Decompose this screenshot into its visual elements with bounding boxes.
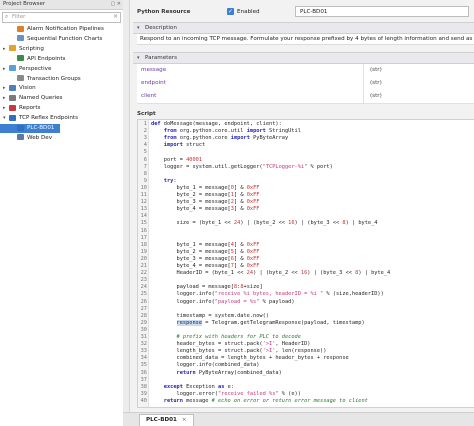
script-label: Script bbox=[137, 111, 156, 117]
tree-item-label: API Endpoints bbox=[27, 55, 66, 62]
tree-item-vision[interactable]: ▸ Vision bbox=[0, 84, 122, 93]
resource-name-field[interactable]: PLC-BD01 bbox=[295, 6, 469, 17]
parameter-type: (str) bbox=[370, 93, 382, 99]
tree-item-label: Reports bbox=[19, 105, 41, 112]
project-browser: Project Browser ▢ ✕ ⌕ Filter × Alarm Not… bbox=[0, 0, 124, 425]
tree-item-label: Scripting bbox=[19, 45, 44, 52]
tree-item-named-query[interactable]: ▸ Named Queries bbox=[0, 94, 122, 103]
tree-item-api-endpoint[interactable]: API Endpoints bbox=[0, 55, 122, 64]
description-section-header[interactable]: ▾ Description bbox=[133, 22, 474, 34]
tree-item-label: PLC-BD01 bbox=[27, 125, 55, 131]
sfc-icon bbox=[17, 35, 24, 42]
parameter-name: endpoint bbox=[141, 80, 166, 86]
search-icon: ⌕ bbox=[5, 14, 9, 20]
enabled-checkbox[interactable]: ✓ bbox=[227, 8, 234, 15]
perspective-icon bbox=[9, 65, 16, 72]
tree-item-alarm-pipeline[interactable]: Alarm Notification Pipelines bbox=[0, 25, 122, 34]
code-line: 40 return message # echo on error or ret… bbox=[138, 398, 368, 405]
tree-item-label: TCP Reflex Endpoints bbox=[19, 115, 78, 122]
tree-item-perspective[interactable]: ▸ Perspective bbox=[0, 65, 122, 74]
transaction-icon bbox=[17, 75, 24, 81]
parameters-section-header[interactable]: ▾ Parameters bbox=[133, 52, 474, 64]
tree-item-sfc[interactable]: Sequential Function Charts bbox=[0, 35, 122, 44]
parameter-row[interactable]: message (str) bbox=[137, 64, 474, 78]
script-editor[interactable]: 1 def doMessage(message, endpoint, client… bbox=[137, 119, 474, 408]
project-browser-title: Project Browser ▢ ✕ bbox=[0, 0, 123, 10]
project-browser-title-text: Project Browser bbox=[3, 1, 46, 7]
column-divider bbox=[363, 77, 364, 90]
code-line: 36 return PyByteArray(combined_data) bbox=[138, 370, 282, 377]
tree-item-web-dev[interactable]: Web Dev bbox=[0, 134, 122, 143]
collapse-icon: ▾ bbox=[137, 55, 140, 61]
endpoint-icon bbox=[17, 124, 24, 131]
tree-item-label: Named Queries bbox=[19, 95, 63, 102]
parameter-type: (str) bbox=[370, 80, 382, 86]
tree-item-label: Vision bbox=[19, 85, 36, 92]
code-line: 13 byte_4 = message[3] & 0xFF bbox=[138, 206, 260, 213]
code-line: 26 logger.info("payload = %s" % payload) bbox=[138, 299, 295, 306]
tree-item-endpoint[interactable]: PLC-BD01 bbox=[0, 124, 60, 133]
close-icon[interactable]: × bbox=[182, 417, 187, 423]
alarm-pipeline-icon bbox=[17, 25, 24, 32]
enabled-label: Enabled bbox=[237, 9, 260, 15]
tree-item-label: Web Dev bbox=[27, 134, 53, 141]
tree-item-transaction[interactable]: Transaction Groups bbox=[0, 75, 122, 84]
api-endpoint-icon bbox=[17, 55, 24, 62]
column-divider bbox=[363, 90, 364, 103]
panel-controls-icon[interactable]: ▢ ✕ bbox=[110, 0, 121, 9]
tree-item-report[interactable]: ▸ Reports bbox=[0, 104, 122, 113]
editor-tab-bar: PLC-BD01 × bbox=[123, 412, 474, 426]
column-divider bbox=[363, 64, 364, 77]
tree-item-label: Transaction Groups bbox=[27, 75, 81, 82]
tcp-endpoint-icon bbox=[9, 114, 16, 121]
web-dev-icon bbox=[17, 134, 24, 141]
code-line: 7 logger = system.util.getLogger("TCPLog… bbox=[138, 164, 333, 171]
line-number: 40 bbox=[140, 397, 147, 404]
vision-icon bbox=[9, 84, 16, 91]
report-icon bbox=[9, 104, 16, 111]
code-line: 15 size = (byte_1 << 24) | (byte_2 << 16… bbox=[138, 220, 378, 227]
tree-item-tcp-endpoint[interactable]: ▾ TCP Reflex Endpoints bbox=[0, 114, 122, 123]
parameter-row[interactable]: client (str) bbox=[137, 90, 474, 104]
parameters-label: Parameters bbox=[145, 55, 178, 61]
tree-item-label: Alarm Notification Pipelines bbox=[27, 26, 104, 32]
filter-placeholder: Filter bbox=[12, 14, 26, 20]
parameter-row[interactable]: endpoint (str) bbox=[137, 77, 474, 91]
code-line: 22 HeaderID = (byte_1 << 24) | (byte_2 <… bbox=[138, 270, 391, 277]
python-resource-label: Python Resource bbox=[137, 9, 191, 15]
code-line: 29 response = Telegram.getTelegramRespon… bbox=[138, 319, 365, 327]
collapse-icon: ▾ bbox=[137, 25, 140, 31]
tab-plc-bd01[interactable]: PLC-BD01 × bbox=[139, 414, 194, 426]
named-query-icon bbox=[9, 94, 16, 101]
description-field[interactable]: Respond to an incoming TCP message. Form… bbox=[137, 34, 474, 45]
parameter-name: client bbox=[141, 93, 157, 99]
scripting-icon bbox=[9, 45, 16, 52]
tab-label: PLC-BD01 bbox=[146, 417, 177, 423]
panel-divider[interactable] bbox=[123, 0, 130, 425]
tree-item-label: Perspective bbox=[19, 65, 52, 72]
parameter-type: (str) bbox=[370, 67, 382, 73]
filter-input[interactable]: ⌕ Filter × bbox=[2, 12, 121, 23]
tree-item-label: Sequential Function Charts bbox=[27, 35, 103, 42]
clear-filter-icon[interactable]: × bbox=[113, 13, 118, 20]
description-label: Description bbox=[145, 25, 177, 31]
parameter-name: message bbox=[141, 67, 167, 73]
tree-item-scripting[interactable]: ▸ Scripting bbox=[0, 45, 122, 54]
